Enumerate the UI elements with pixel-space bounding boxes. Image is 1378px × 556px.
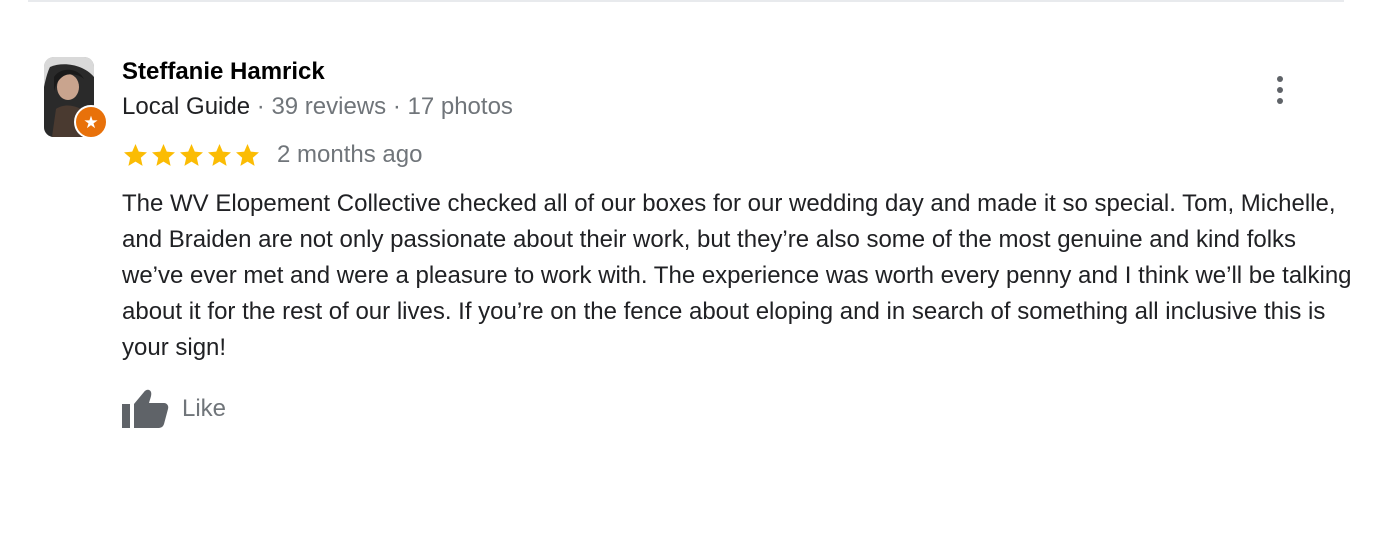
meta-separator: · xyxy=(392,93,401,120)
review-date: 2 months ago xyxy=(277,141,423,168)
like-button[interactable]: Like xyxy=(122,386,226,432)
like-label: Like xyxy=(182,395,227,422)
star-icon xyxy=(124,143,147,166)
more-vert-icon-dot xyxy=(1277,87,1283,93)
photos-count: 17 photos xyxy=(407,93,513,120)
review-card: ★ Steffanie Hamrick Local Guide · 39 rev… xyxy=(0,0,1378,556)
star-icon xyxy=(236,143,259,166)
meta-separator: · xyxy=(256,93,265,120)
star-icon xyxy=(180,143,203,166)
local-guide-label: Local Guide xyxy=(122,93,251,120)
thumbs-up-icon xyxy=(122,389,169,428)
reviews-count: 39 reviews xyxy=(271,93,387,120)
star-icon xyxy=(208,143,231,166)
reviewer-name[interactable]: Steffanie Hamrick xyxy=(122,58,325,86)
more-vert-icon-dot xyxy=(1277,98,1283,104)
local-guide-star-icon: ★ xyxy=(74,105,108,139)
reviewer-avatar[interactable]: ★ xyxy=(44,57,108,139)
more-vert-icon-dot xyxy=(1277,76,1283,82)
star-rating xyxy=(122,142,261,169)
review-text: The WV Elopement Collective checked all … xyxy=(122,190,1352,361)
rating-row: 2 months ago xyxy=(122,139,422,171)
reviewer-meta: Local Guide · 39 reviews · 17 photos xyxy=(122,93,513,121)
more-options-button[interactable] xyxy=(1264,70,1296,110)
star-icon xyxy=(152,143,175,166)
